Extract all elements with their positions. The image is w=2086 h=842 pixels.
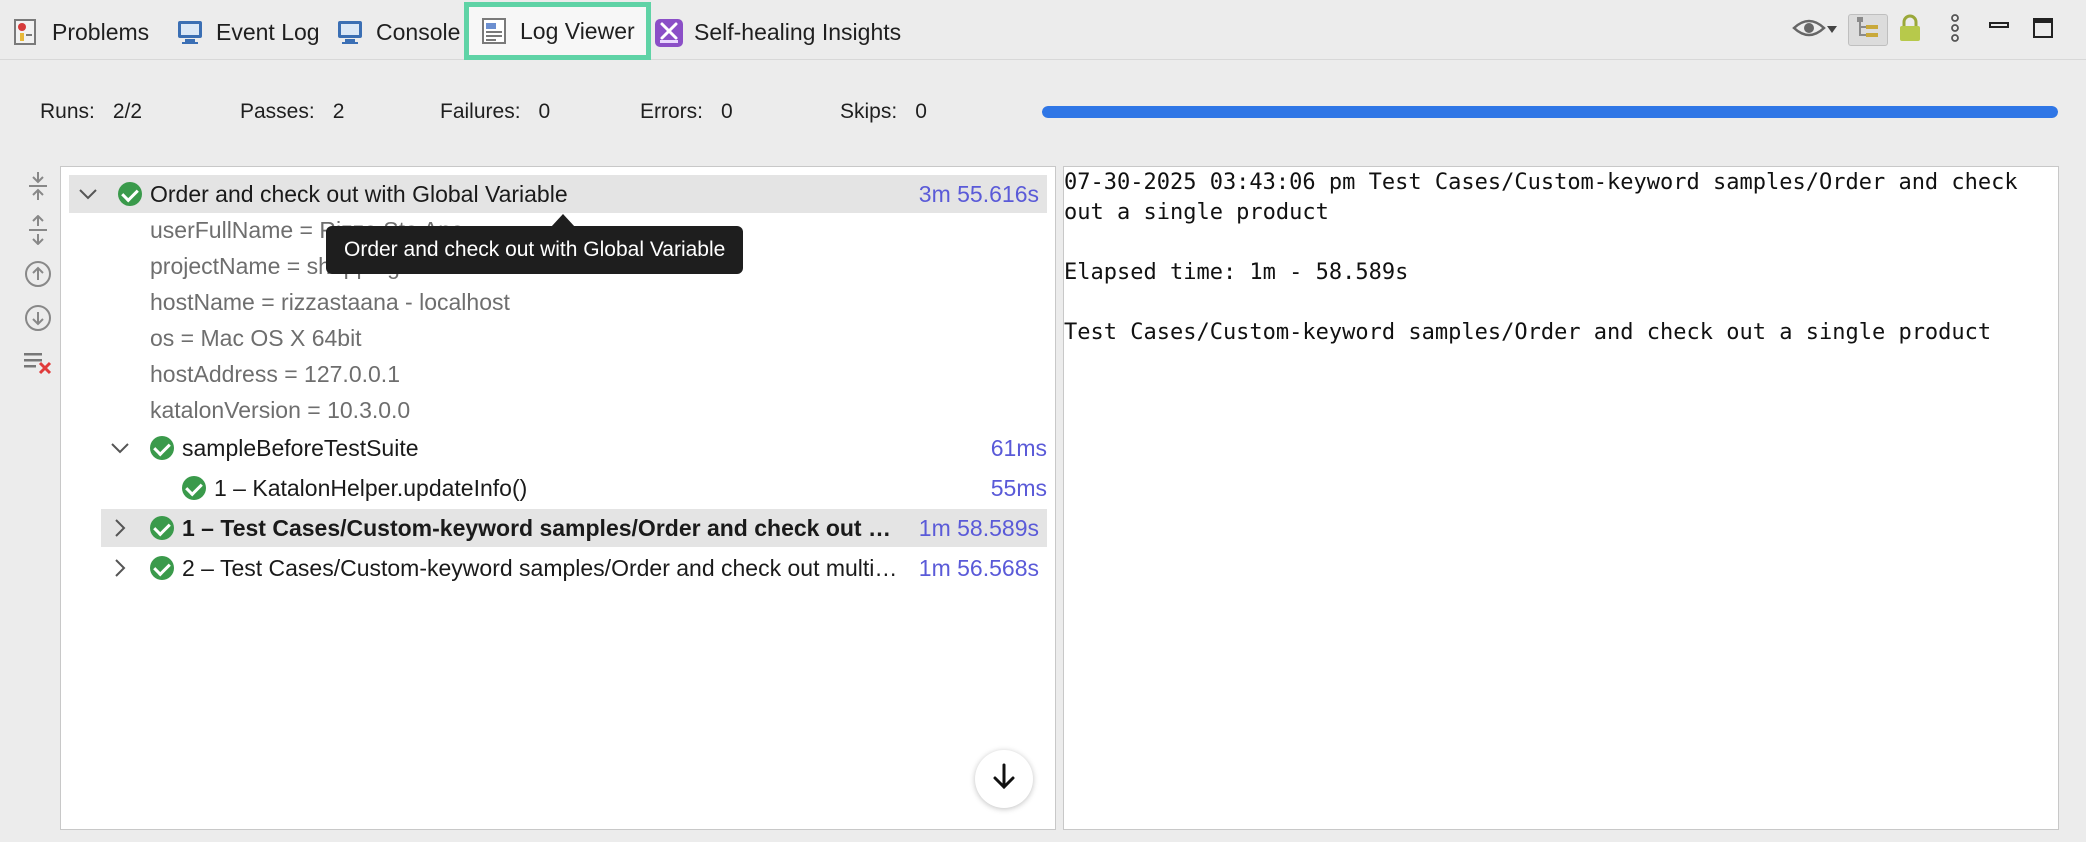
clear-button[interactable] xyxy=(18,344,58,384)
more-vertical-icon xyxy=(1950,13,1960,48)
tree-row-test-case-2[interactable]: 2 – Test Cases/Custom-keyword samples/Or… xyxy=(101,549,1047,587)
tree-row-property[interactable]: hostName = rizzastaana - localhost xyxy=(61,283,1055,321)
property-os: os = Mac OS X 64bit xyxy=(150,325,362,351)
test-case-2-duration: 1m 56.568s xyxy=(918,555,1039,581)
runs-value: 2/2 xyxy=(112,100,143,123)
tab-event-log-label: Event Log xyxy=(216,18,320,45)
event-log-icon xyxy=(176,18,204,46)
passed-check-icon xyxy=(150,516,174,540)
view-tab-bar: Problems Event Log Console Log Viewer Se… xyxy=(0,0,2086,60)
step-duration: 55ms xyxy=(990,475,1047,501)
tree-row-step[interactable]: 1 – KatalonHelper.updateInfo() 55ms xyxy=(61,469,1055,507)
errors-value: 0 xyxy=(721,100,733,123)
log-line: Test Cases/Custom-keyword samples/Order … xyxy=(1064,320,1992,345)
more-options-button[interactable] xyxy=(1940,13,1970,48)
problems-icon xyxy=(12,18,40,46)
passed-check-icon xyxy=(118,182,142,206)
property-host-address: hostAddress = 127.0.0.1 xyxy=(150,361,400,387)
clear-icon xyxy=(23,348,53,381)
expand-all-button[interactable] xyxy=(18,212,58,252)
tree-layout-icon xyxy=(1854,14,1882,47)
tab-log-viewer[interactable]: Log Viewer xyxy=(464,2,651,60)
tree-row-test-case-1[interactable]: 1 – Test Cases/Custom-keyword samples/Or… xyxy=(101,509,1047,547)
collapse-all-button[interactable] xyxy=(18,168,58,208)
eye-icon xyxy=(1792,16,1826,45)
property-katalon-version: katalonVersion = 10.3.0.0 xyxy=(150,397,411,423)
tree-row-property[interactable]: hostAddress = 127.0.0.1 xyxy=(61,355,1055,393)
log-line: 07-30-2025 03:43:06 pm Test Cases/Custom… xyxy=(1064,170,2018,195)
previous-item-button[interactable] xyxy=(18,256,58,296)
passes-stat: Passes: 2 xyxy=(240,100,345,123)
failures-stat: Failures: 0 xyxy=(440,100,551,123)
scroll-to-bottom-button[interactable] xyxy=(975,750,1033,808)
arrow-down-icon xyxy=(991,763,1017,796)
view-menu-button[interactable] xyxy=(1788,14,1842,46)
suite-label: Order and check out with Global Variable xyxy=(150,181,568,207)
tab-log-viewer-label: Log Viewer xyxy=(520,17,635,44)
tree-row-property[interactable]: katalonVersion = 10.3.0.0 xyxy=(61,391,1055,429)
lock-icon xyxy=(1896,13,1924,48)
tab-problems[interactable]: Problems xyxy=(12,8,149,56)
passed-check-icon xyxy=(150,556,174,580)
test-case-2-label: 2 – Test Cases/Custom-keyword samples/Or… xyxy=(182,555,904,581)
console-icon xyxy=(336,18,364,46)
tab-problems-label: Problems xyxy=(52,18,150,45)
lock-button[interactable] xyxy=(1892,14,1928,46)
chevron-right-icon[interactable] xyxy=(109,517,131,539)
step-label: 1 – KatalonHelper.updateInfo() xyxy=(214,475,528,501)
before-suite-duration: 61ms xyxy=(990,435,1047,461)
test-case-1-label: 1 – Test Cases/Custom-keyword samples/Or… xyxy=(182,515,902,541)
passed-check-icon xyxy=(182,476,206,500)
progress-bar-fill xyxy=(1042,106,2058,118)
self-healing-icon xyxy=(654,18,683,47)
progress-bar xyxy=(1042,106,2058,118)
minimize-icon xyxy=(1988,17,2010,44)
tooltip: Order and check out with Global Variable xyxy=(326,226,744,274)
tree-row-suite[interactable]: Order and check out with Global Variable… xyxy=(69,175,1047,213)
minimize-button[interactable] xyxy=(1984,14,2014,46)
chevron-down-icon[interactable] xyxy=(77,183,99,205)
skips-stat: Skips: 0 xyxy=(840,100,927,123)
tree-row-before-suite[interactable]: sampleBeforeTestSuite 61ms xyxy=(61,429,1055,467)
log-viewer-icon xyxy=(480,17,508,45)
runs-stat: Runs: 2/2 xyxy=(40,100,143,123)
tab-console-label: Console xyxy=(376,18,461,45)
tree-row-property[interactable]: os = Mac OS X 64bit xyxy=(61,319,1055,357)
passed-check-icon xyxy=(150,436,174,460)
next-icon xyxy=(24,304,52,337)
maximize-icon xyxy=(2032,17,2054,44)
skips-value: 0 xyxy=(915,100,927,123)
collapse-all-icon xyxy=(26,171,50,206)
errors-stat: Errors: 0 xyxy=(640,100,733,123)
previous-icon xyxy=(24,260,52,293)
property-host-name: hostName = rizzastaana - localhost xyxy=(150,289,510,315)
suite-duration: 3m 55.616s xyxy=(918,181,1039,207)
log-line: out a single product xyxy=(1064,200,1329,225)
tab-self-healing-insights[interactable]: Self-healing Insights xyxy=(654,8,901,56)
chevron-down-icon[interactable] xyxy=(109,437,131,459)
before-suite-label: sampleBeforeTestSuite xyxy=(182,435,419,461)
tab-self-healing-label: Self-healing Insights xyxy=(694,18,902,45)
passes-value: 2 xyxy=(332,100,345,123)
dropdown-arrow-icon xyxy=(1826,21,1838,39)
log-line: Elapsed time: 1m - 58.589s xyxy=(1064,260,1409,285)
tab-event-log[interactable]: Event Log xyxy=(176,8,320,56)
failures-value: 0 xyxy=(538,100,551,123)
expand-all-icon xyxy=(26,214,50,250)
tab-console[interactable]: Console xyxy=(336,8,460,56)
chevron-right-icon[interactable] xyxy=(109,557,131,579)
test-case-1-duration: 1m 58.589s xyxy=(918,515,1039,541)
tree-layout-toggle[interactable] xyxy=(1848,14,1888,46)
maximize-button[interactable] xyxy=(2028,14,2058,46)
next-item-button[interactable] xyxy=(18,300,58,340)
